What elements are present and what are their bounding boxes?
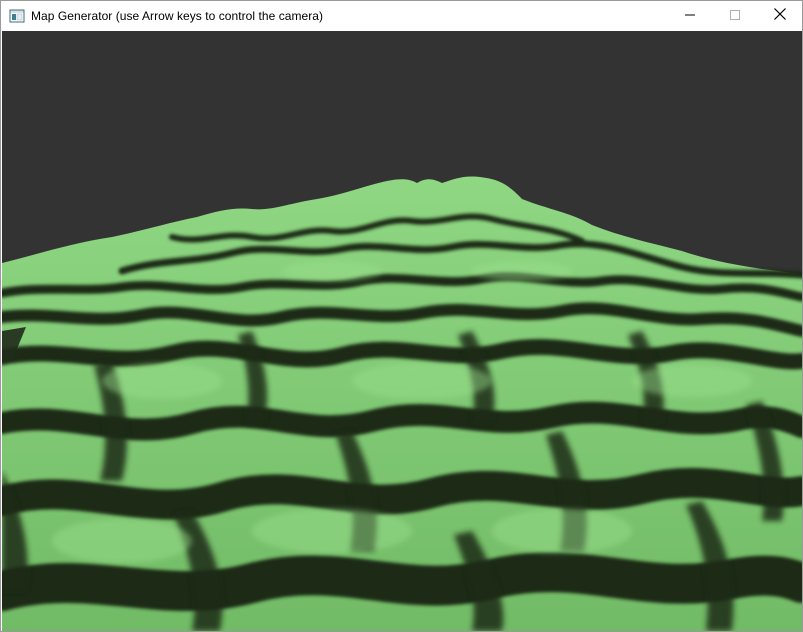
close-icon	[773, 7, 786, 25]
minimize-button[interactable]	[667, 1, 712, 30]
terrain-scene	[2, 31, 802, 631]
app-window-icon	[9, 8, 25, 24]
minimize-icon	[684, 7, 695, 25]
title-bar[interactable]: Map Generator (use Arrow keys to control…	[1, 1, 802, 30]
maximize-icon	[729, 7, 740, 25]
maximize-button[interactable]	[712, 1, 757, 30]
window-controls	[667, 1, 802, 30]
render-viewport[interactable]	[2, 31, 802, 631]
window-title: Map Generator (use Arrow keys to control…	[31, 8, 324, 23]
close-button[interactable]	[757, 1, 802, 30]
app-window: Map Generator (use Arrow keys to control…	[0, 0, 803, 632]
